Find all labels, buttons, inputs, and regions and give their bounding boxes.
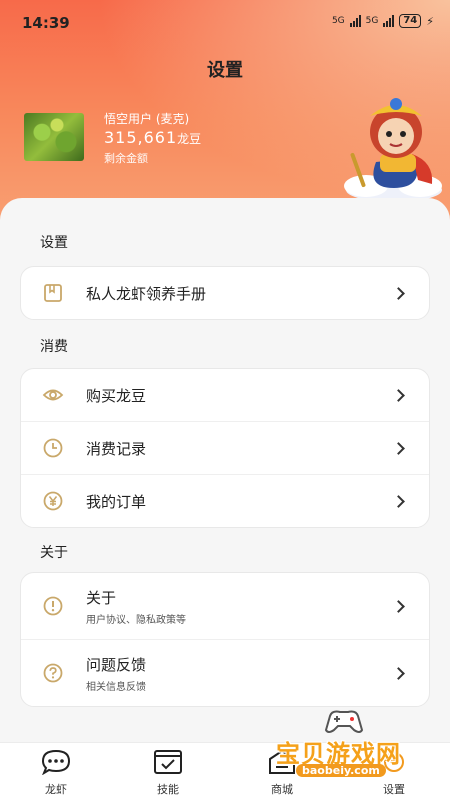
menu-item-label: 购买龙豆: [86, 386, 147, 405]
menu-item-label: 私人龙虾领养手册: [86, 284, 207, 303]
menu-item-text: 私人龙虾领养手册: [86, 283, 206, 304]
about-card: 关于 用户协议、隐私政策等 问题反馈 相关信息反馈: [20, 572, 430, 707]
status-bar: 14:39 5G 5G 74 ⚡: [0, 0, 450, 46]
network-label-2: 5G: [365, 16, 379, 26]
yen-icon: [42, 490, 64, 512]
section-title-about: 关于: [40, 545, 68, 561]
chevron-right-icon: [392, 494, 405, 508]
tab-skills[interactable]: 技能: [138, 749, 198, 797]
avatar[interactable]: [24, 113, 84, 161]
tab-lobster[interactable]: 龙虾: [26, 749, 86, 797]
menu-item-buy-beans[interactable]: 购买龙豆: [21, 369, 429, 421]
signal-icon: [349, 15, 361, 27]
menu-item-text: 我的订单: [86, 491, 146, 512]
menu-item-text: 购买龙豆: [86, 385, 146, 406]
eye-icon: [42, 384, 64, 406]
chevron-right-icon: [392, 286, 405, 300]
menu-item-my-orders[interactable]: 我的订单: [21, 474, 429, 527]
balance: 315,661龙豆: [104, 128, 201, 147]
tab-label: 龙虾: [45, 783, 67, 796]
tab-label: 技能: [157, 783, 179, 796]
gamepad-icon: [324, 710, 364, 733]
menu-item-text: 关于 用户协议、隐私政策等: [86, 587, 186, 626]
menu-item-about[interactable]: 关于 用户协议、隐私政策等: [21, 573, 429, 639]
chevron-right-icon: [392, 388, 405, 402]
settings-card: 私人龙虾领养手册: [20, 266, 430, 320]
chevron-right-icon: [392, 666, 405, 680]
menu-item-text: 消费记录: [86, 438, 146, 459]
window-check-icon: [154, 750, 182, 774]
consume-card: 购买龙豆 消费记录 我的订单: [20, 368, 430, 528]
status-indicators: 5G 5G 74 ⚡: [332, 14, 434, 28]
clock-icon: [42, 437, 64, 459]
menu-item-consumption-records[interactable]: 消费记录: [21, 421, 429, 474]
menu-item-subtitle: 用户协议、隐私政策等: [86, 614, 186, 626]
menu-item-label: 我的订单: [86, 492, 147, 511]
chat-bubble-icon: [41, 749, 71, 776]
network-label-1: 5G: [331, 16, 345, 26]
chevron-right-icon: [392, 599, 405, 613]
info-icon: [42, 595, 64, 617]
question-icon: [42, 662, 64, 684]
balance-unit: 龙豆: [177, 132, 202, 146]
menu-item-label: 关于: [86, 588, 117, 607]
balance-label: 剩余金额: [104, 152, 148, 165]
menu-item-label: 问题反馈: [86, 655, 147, 674]
section-title-consume: 消费: [40, 339, 68, 355]
battery-level: 74: [399, 14, 422, 28]
menu-item-label: 消费记录: [86, 439, 147, 458]
balance-value: 315,661: [104, 128, 178, 147]
status-time: 14:39: [22, 14, 70, 32]
book-icon: [42, 282, 64, 304]
section-title-settings: 设置: [40, 235, 68, 251]
user-name: 悟空用户 (麦克): [104, 112, 190, 126]
menu-item-adoption-manual[interactable]: 私人龙虾领养手册: [21, 267, 429, 319]
chevron-right-icon: [392, 441, 405, 455]
menu-item-text: 问题反馈 相关信息反馈: [86, 654, 146, 693]
menu-item-subtitle: 相关信息反馈: [86, 681, 146, 693]
watermark: 宝贝游戏网 baobeiy.com: [276, 706, 446, 792]
page-title: 设置: [207, 60, 243, 81]
watermark-url: baobeiy.com: [296, 764, 386, 777]
monkey-mascot-illustration: [344, 98, 442, 202]
signal-icon-2: [383, 15, 395, 27]
charging-icon: ⚡: [426, 14, 434, 28]
menu-item-feedback[interactable]: 问题反馈 相关信息反馈: [21, 639, 429, 706]
